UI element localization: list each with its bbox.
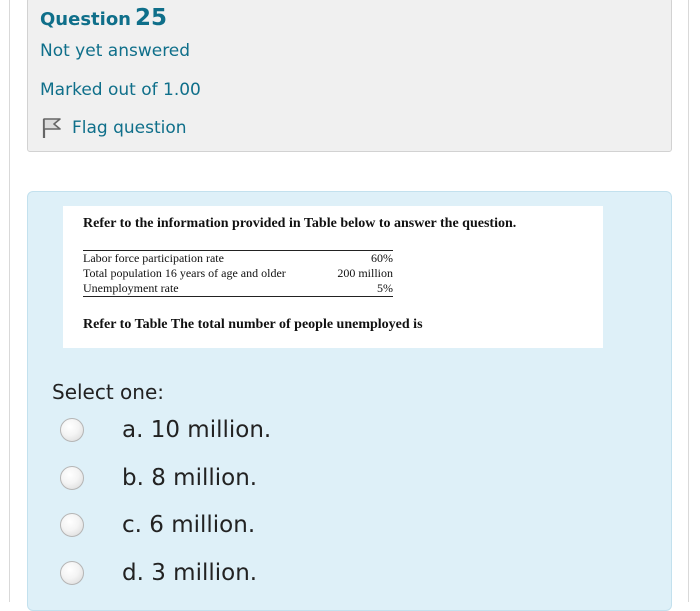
answer-label: d. 3 million. — [122, 560, 258, 586]
answer-option-c[interactable]: c. 6 million. — [60, 512, 255, 538]
answer-option-a[interactable]: a. 10 million. — [60, 417, 271, 443]
question-number: 25 — [135, 5, 168, 31]
answer-label: a. 10 million. — [122, 417, 272, 443]
table-cell-value: 200 million — [337, 266, 393, 280]
table-row: Total population 16 years of age and old… — [83, 266, 393, 281]
question-text: Refer to Table The total number of peopl… — [83, 317, 423, 332]
question-word: Question — [40, 9, 131, 30]
answer-label: c. 6 million. — [122, 512, 256, 538]
data-table: Labor force participation rate 60% Total… — [83, 250, 393, 297]
table-row: Unemployment rate 5% — [83, 281, 393, 297]
radio-button[interactable] — [60, 466, 84, 490]
table-cell-label: Unemployment rate — [83, 281, 179, 295]
question-image: Refer to the information provided in Tab… — [63, 206, 603, 348]
right-divider — [688, 0, 689, 602]
question-info-panel: Question 25 Not yet answered Marked out o… — [27, 0, 672, 152]
select-one-prompt: Select one: — [52, 380, 165, 404]
left-divider — [9, 0, 10, 602]
flag-icon — [40, 117, 64, 139]
question-intro: Refer to the information provided in Tab… — [83, 216, 517, 231]
radio-button[interactable] — [60, 561, 84, 585]
table-row: Labor force participation rate 60% — [83, 251, 393, 266]
question-state: Not yet answered — [40, 41, 191, 61]
question-heading: Question 25 — [40, 5, 167, 31]
radio-button[interactable] — [60, 418, 84, 442]
flag-question-label: Flag question — [72, 118, 187, 138]
answer-label: b. 8 million. — [122, 465, 258, 491]
table-cell-value: 60% — [371, 251, 393, 265]
radio-button[interactable] — [60, 513, 84, 537]
table-cell-label: Total population 16 years of age and old… — [83, 266, 286, 280]
question-grade: Marked out of 1.00 — [40, 80, 201, 100]
flag-question-button[interactable]: Flag question — [40, 116, 187, 140]
answer-option-b[interactable]: b. 8 million. — [60, 465, 257, 491]
table-cell-value: 5% — [377, 281, 393, 295]
table-cell-label: Labor force participation rate — [83, 251, 224, 265]
question-content-panel: Refer to the information provided in Tab… — [27, 191, 672, 611]
answer-option-d[interactable]: d. 3 million. — [60, 560, 257, 586]
